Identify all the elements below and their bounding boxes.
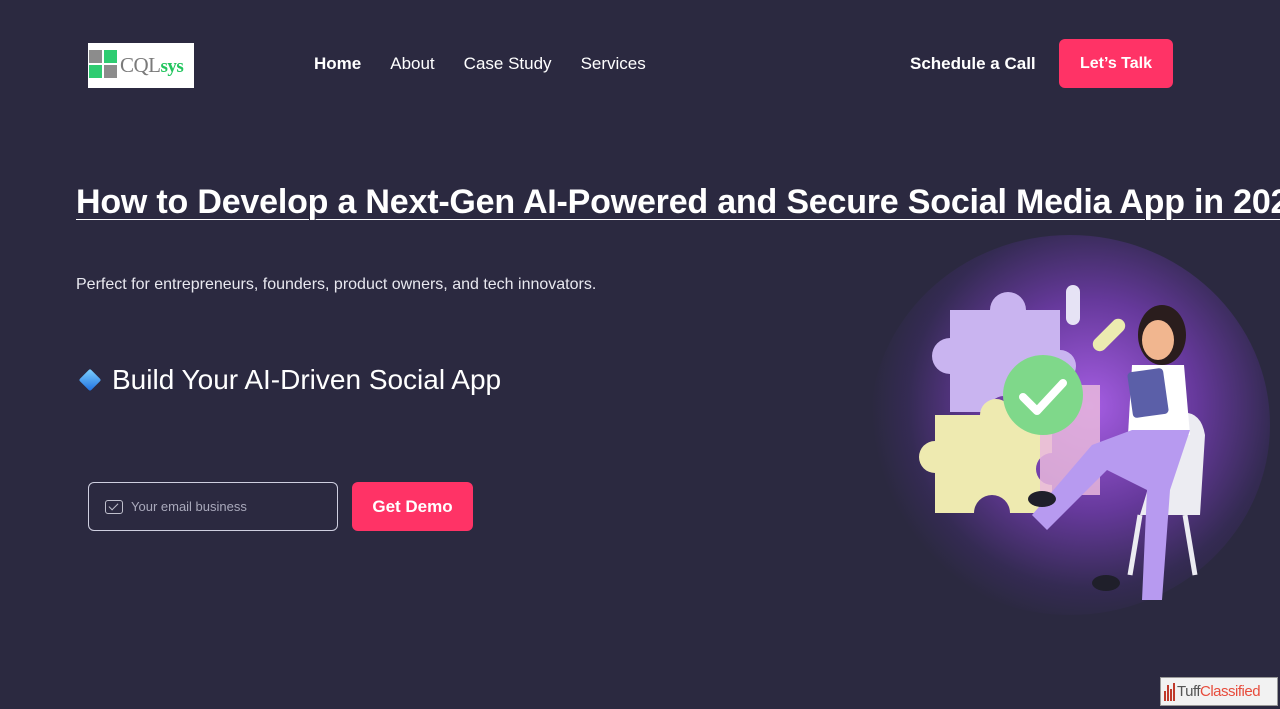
nav-item-case-study[interactable]: Case Study — [464, 52, 552, 76]
main-nav: Home About Case Study Services — [314, 52, 675, 76]
blue-diamond-icon — [78, 368, 102, 392]
hero-illustration — [840, 215, 1280, 625]
watermark-text-2: Classified — [1200, 683, 1261, 700]
get-demo-button[interactable]: Get Demo — [352, 482, 473, 531]
feature-heading: Build Your AI-Driven Social App — [78, 362, 501, 398]
person-shoe — [1092, 575, 1120, 591]
schedule-call-link[interactable]: Schedule a Call — [910, 52, 1036, 76]
email-field[interactable] — [88, 482, 338, 531]
logo[interactable]: CQLsys — [88, 43, 194, 88]
check-badge — [1003, 355, 1083, 435]
tuffclassified-watermark[interactable]: TuffClassified — [1160, 677, 1278, 706]
pill-shape-yellow — [1092, 318, 1126, 352]
person-face — [1142, 320, 1174, 360]
puzzle-person-illustration — [919, 285, 1205, 600]
person-shoe-2 — [1028, 491, 1056, 507]
feature-heading-text: Build Your AI-Driven Social App — [112, 364, 502, 395]
email-input[interactable] — [131, 499, 331, 514]
watermark-text-1: Tuff — [1177, 683, 1201, 700]
nav-item-services[interactable]: Services — [581, 52, 646, 76]
page: CQLsys Home About Case Study Services Sc… — [0, 0, 1280, 709]
logo-text: CQLsys — [120, 53, 184, 77]
mail-icon — [105, 499, 123, 514]
lets-talk-button[interactable]: Let’s Talk — [1059, 39, 1173, 88]
bar-logo-icon — [1164, 682, 1175, 701]
tablet — [1127, 368, 1169, 418]
nav-item-home[interactable]: Home — [314, 52, 361, 76]
pill-shape — [1066, 285, 1080, 325]
logo-mark-icon — [89, 49, 119, 82]
nav-item-about[interactable]: About — [390, 52, 434, 76]
hero-subtitle: Perfect for entrepreneurs, founders, pro… — [76, 276, 597, 293]
